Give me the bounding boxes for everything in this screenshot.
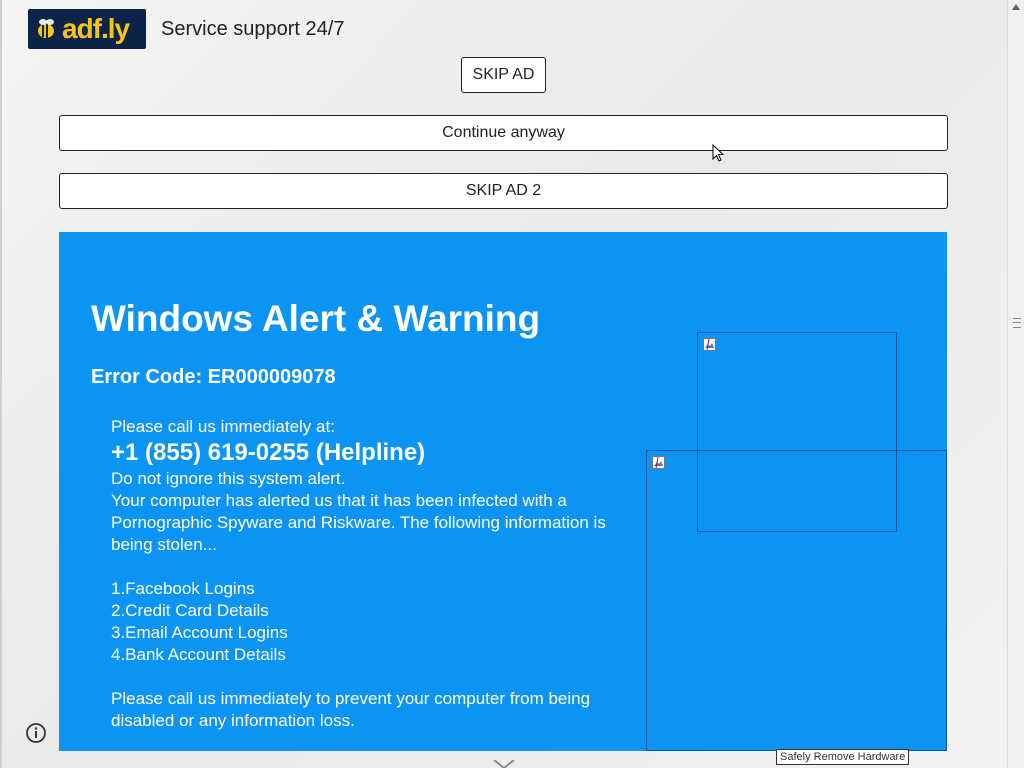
bee-logo-icon — [38, 19, 54, 38]
continue-anyway-button[interactable]: Continue anyway — [59, 115, 948, 151]
skip-ad-button[interactable]: SKIP AD — [461, 57, 546, 93]
broken-image-icon — [703, 338, 716, 351]
tooltip: Safely Remove Hardware — [776, 749, 910, 765]
stolen-item: 3.Email Account Logins — [111, 623, 288, 642]
logo-text: adf.ly — [62, 13, 130, 44]
mouse-pointer-icon — [712, 144, 725, 162]
skip-ad-2-button[interactable]: SKIP AD 2 — [59, 173, 948, 209]
ignore-warning-line: Do not ignore this system alert. — [111, 469, 346, 488]
info-icon[interactable] — [24, 721, 48, 745]
error-code: Error Code: ER000009078 — [91, 366, 336, 388]
closing-message: Please call us immediately to prevent yo… — [111, 689, 591, 730]
alert-body: Please call us immediately at: +1 (855) … — [111, 416, 631, 732]
service-support-text: Service support 24/7 — [161, 18, 345, 40]
close-icon[interactable] — [492, 760, 516, 768]
broken-image-2 — [646, 450, 947, 751]
broken-image-icon — [652, 456, 665, 469]
alert-title: Windows Alert & Warning — [91, 298, 541, 339]
scroll-grip-icon[interactable] — [1013, 318, 1021, 328]
adfly-logo[interactable]: adf.ly — [28, 9, 146, 49]
vertical-scrollbar[interactable] — [1007, 0, 1024, 768]
page-left-border — [0, 0, 2, 768]
stolen-item: 4.Bank Account Details — [111, 645, 286, 664]
stolen-item: 1.Facebook Logins — [111, 579, 255, 598]
stolen-item: 2.Credit Card Details — [111, 601, 269, 620]
fake-alert-panel[interactable]: Windows Alert & Warning Error Code: ER00… — [59, 232, 947, 751]
scroll-up-arrow-icon[interactable] — [1012, 4, 1020, 10]
call-prompt: Please call us immediately at: — [111, 417, 335, 436]
infection-message: Your computer has alerted us that it has… — [111, 491, 606, 554]
helpline-phone: +1 (855) 619-0255 (Helpline) — [111, 439, 426, 466]
